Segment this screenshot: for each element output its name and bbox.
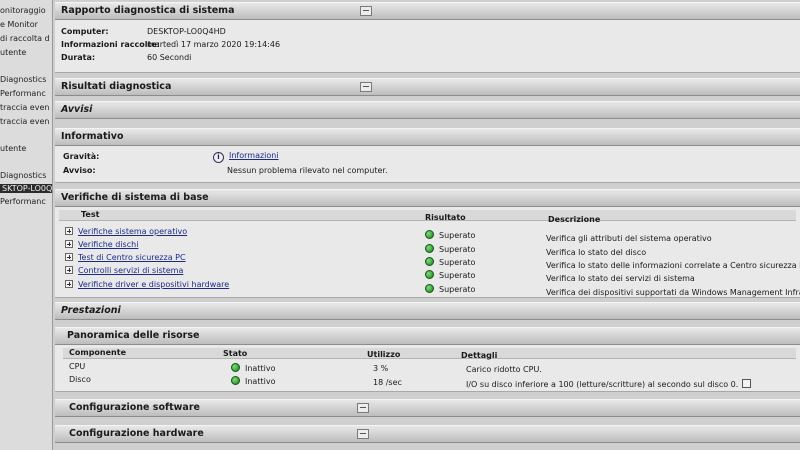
warning-label: Avviso: bbox=[63, 166, 96, 175]
duration-value: 60 Secondi bbox=[147, 53, 192, 62]
report-title-header[interactable]: Rapporto diagnostica di sistema bbox=[55, 2, 800, 20]
computer-label: Computer: bbox=[61, 27, 109, 36]
tree-item[interactable]: onitoraggio bbox=[0, 6, 46, 15]
performance-header[interactable]: Prestazioni bbox=[55, 302, 800, 320]
check-row-result: Superato bbox=[425, 270, 475, 280]
duration-label: Durata: bbox=[61, 53, 96, 62]
passed-status-icon bbox=[425, 270, 434, 279]
hardware-config-header[interactable]: Configurazione hardware bbox=[55, 425, 800, 443]
section-title: Avvisi bbox=[61, 104, 93, 115]
collapse-icon[interactable] bbox=[360, 82, 372, 92]
expand-icon[interactable] bbox=[65, 227, 73, 235]
severity-value-wrap: i Informazioni bbox=[213, 151, 279, 163]
resource-row-usage: 18 /sec bbox=[373, 378, 402, 387]
expand-icon[interactable] bbox=[65, 266, 73, 274]
tree-item[interactable]: traccia even bbox=[0, 117, 49, 126]
section-title: Configurazione software bbox=[69, 402, 200, 413]
report-content: Rapporto diagnostica di sistema Computer… bbox=[53, 0, 800, 450]
passed-status-icon bbox=[425, 230, 434, 239]
expand-icon[interactable] bbox=[65, 240, 73, 248]
check-row-description: Verifica lo stato delle informazioni cor… bbox=[546, 261, 800, 270]
passed-status-icon bbox=[425, 244, 434, 253]
check-row-description: Verifica gli attributi del sistema opera… bbox=[546, 234, 712, 243]
tree-item[interactable]: Diagnostics bbox=[0, 171, 46, 180]
tree-item-selected[interactable]: SKTOP-LO0Q bbox=[0, 184, 52, 193]
usage-column-header: Utilizzo bbox=[367, 350, 401, 359]
warnings-header[interactable]: Avvisi bbox=[55, 101, 800, 119]
navigation-tree: onitoraggio e Monitor di raccolta d uten… bbox=[0, 0, 53, 450]
collected-value: martedì 17 marzo 2020 19:14:46 bbox=[147, 40, 281, 49]
section-title: Configurazione hardware bbox=[69, 428, 204, 439]
check-row-result: Superato bbox=[425, 257, 475, 267]
idle-status-icon bbox=[231, 376, 240, 385]
resource-row-status: Inattivo bbox=[231, 376, 275, 386]
resource-row-details: I/O su disco inferiore a 100 (letture/sc… bbox=[466, 379, 752, 389]
result-column-header: Risultato bbox=[425, 213, 466, 222]
resource-row-details: Carico ridotto CPU. bbox=[466, 365, 542, 374]
check-row-test[interactable]: Test di Centro sicurezza PC bbox=[65, 253, 186, 262]
resources-header[interactable]: Panoramica delle risorse bbox=[55, 327, 800, 345]
check-row-test[interactable]: Verifiche dischi bbox=[65, 240, 138, 249]
section-title: Panoramica delle risorse bbox=[67, 330, 200, 341]
tree-item[interactable]: traccia even bbox=[0, 103, 49, 112]
passed-status-icon bbox=[425, 284, 434, 293]
check-row-result: Superato bbox=[425, 230, 475, 240]
tree-item[interactable]: Diagnostics bbox=[0, 75, 46, 84]
basic-checks-column-headers: Test Risultato Descrizione bbox=[59, 210, 796, 224]
tree-item[interactable]: Performanc bbox=[0, 89, 46, 98]
details-column-header: Dettagli bbox=[461, 351, 498, 360]
collapse-icon[interactable] bbox=[357, 403, 369, 413]
description-column-header: Descrizione bbox=[548, 215, 601, 224]
warning-value: Nessun problema rilevato nel computer. bbox=[227, 166, 388, 175]
basic-checks-panel: Test Risultato Descrizione Verifiche sis… bbox=[55, 207, 800, 298]
check-row-description: Verifica dei dispositivi supportati da W… bbox=[546, 288, 800, 297]
check-row-result: Superato bbox=[425, 244, 475, 254]
resource-row-component: Disco bbox=[69, 375, 91, 384]
status-column-header: Stato bbox=[223, 349, 248, 358]
tree-item[interactable]: utente bbox=[0, 48, 26, 57]
basic-checks-header[interactable]: Verifiche di sistema di base bbox=[55, 189, 800, 207]
expand-icon[interactable] bbox=[65, 280, 73, 288]
passed-status-icon bbox=[425, 257, 434, 266]
severity-link[interactable]: Informazioni bbox=[229, 151, 279, 160]
tree-item[interactable]: di raccolta d bbox=[0, 34, 50, 43]
diagnostic-results-header[interactable]: Risultati diagnostica bbox=[55, 78, 800, 96]
collapse-icon[interactable] bbox=[357, 429, 369, 439]
component-column-header: Componente bbox=[69, 348, 126, 357]
check-row-result: Superato bbox=[425, 284, 475, 294]
informative-panel: Gravità: i Informazioni Avviso: Nessun pr… bbox=[55, 146, 800, 183]
tree-item[interactable]: utente bbox=[0, 144, 26, 153]
resource-row-usage: 3 % bbox=[373, 364, 389, 373]
idle-status-icon bbox=[231, 363, 240, 372]
resource-row-component: CPU bbox=[69, 362, 86, 371]
section-title: Informativo bbox=[61, 131, 124, 142]
informative-header[interactable]: Informativo bbox=[55, 128, 800, 146]
expand-icon[interactable] bbox=[65, 253, 73, 261]
check-row-test[interactable]: Verifiche sistema operativo bbox=[65, 227, 187, 236]
collected-label: Informazioni raccolte: bbox=[61, 40, 160, 49]
collapse-icon[interactable] bbox=[360, 6, 372, 16]
severity-label: Gravità: bbox=[63, 152, 100, 161]
check-row-description: Verifica lo stato del disco bbox=[546, 248, 647, 257]
section-title: Risultati diagnostica bbox=[61, 81, 172, 92]
resources-column-headers: Componente Stato Utilizzo Dettagli bbox=[63, 348, 796, 360]
resource-row-status: Inattivo bbox=[231, 363, 275, 373]
computer-value: DESKTOP-LO0Q4HD bbox=[147, 27, 226, 36]
section-title: Verifiche di sistema di base bbox=[61, 192, 209, 203]
resources-panel: Componente Stato Utilizzo Dettagli CPU I… bbox=[55, 345, 800, 392]
software-config-header[interactable]: Configurazione software bbox=[55, 399, 800, 417]
tree-item[interactable]: Performanc bbox=[0, 197, 46, 206]
information-icon: i bbox=[213, 152, 224, 163]
test-column-header: Test bbox=[81, 210, 100, 219]
report-title: Rapporto diagnostica di sistema bbox=[61, 5, 235, 16]
check-row-test[interactable]: Verifiche driver e dispositivi hardware bbox=[65, 280, 229, 289]
check-row-description: Verifica lo stato dei servizi di sistema bbox=[546, 274, 695, 283]
tree-item[interactable]: e Monitor bbox=[0, 20, 38, 29]
edit-icon[interactable] bbox=[742, 379, 752, 388]
check-row-test[interactable]: Controlli servizi di sistema bbox=[65, 266, 183, 275]
section-title: Prestazioni bbox=[61, 305, 121, 316]
report-info-panel: Computer: DESKTOP-LO0Q4HD Informazioni r… bbox=[55, 20, 800, 73]
